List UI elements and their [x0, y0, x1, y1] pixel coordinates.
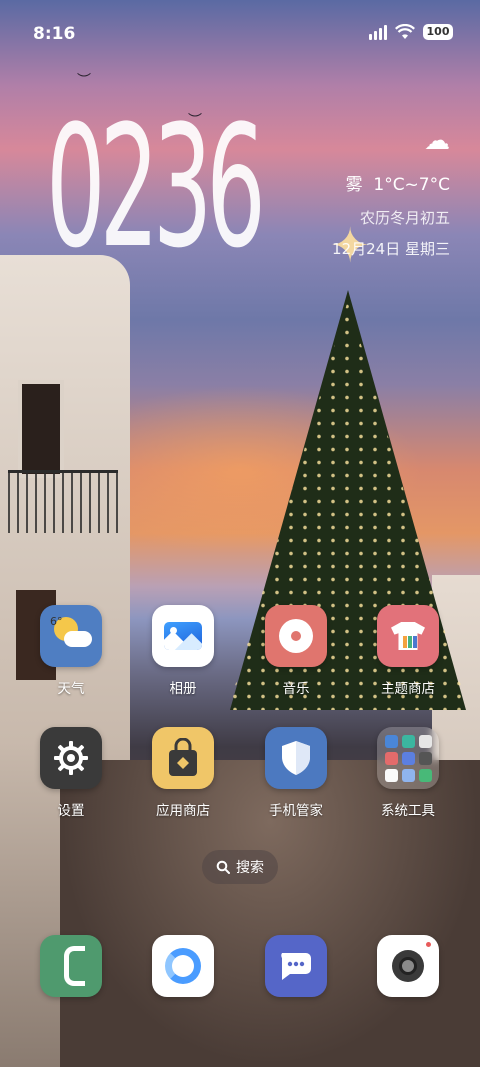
app-label: 应用商店: [156, 803, 210, 819]
app-weather[interactable]: 6° 天气: [21, 605, 121, 697]
wifi-icon: [395, 24, 415, 39]
app-theme-store[interactable]: 主题商店: [358, 605, 458, 697]
fog-cloud-icon: ☁: [424, 126, 450, 156]
app-phone-manager[interactable]: 手机管家: [246, 727, 346, 819]
search-button[interactable]: 搜索: [202, 850, 278, 884]
gallery-icon: [152, 605, 214, 667]
wallpaper-window: [18, 380, 64, 478]
weather-temp-range: 1°C~7°C: [373, 175, 450, 195]
app-store-bag-icon: [152, 727, 214, 789]
phone-icon: [40, 935, 102, 997]
search-icon: [216, 860, 230, 874]
theme-store-icon: [377, 605, 439, 667]
app-label: 音乐: [282, 681, 310, 697]
system-tools-folder-icon: [377, 727, 439, 789]
wallpaper-balcony: [8, 470, 118, 533]
app-app-store[interactable]: 应用商店: [133, 727, 233, 819]
weather-summary: 雾 1°C~7°C: [332, 170, 450, 195]
weather-widget[interactable]: ☁ 雾 1°C~7°C 农历冬月初五 12月24日 星期三: [332, 128, 450, 259]
camera-icon: [377, 935, 439, 997]
app-label: 天气: [57, 681, 85, 697]
dock-messages[interactable]: [246, 935, 346, 997]
search-label: 搜索: [236, 860, 264, 876]
app-settings[interactable]: 设置: [21, 727, 121, 819]
messages-icon: [265, 935, 327, 997]
weather-condition: 雾: [345, 175, 363, 195]
phone-manager-shield-icon: [265, 727, 327, 789]
app-label: 主题商店: [381, 681, 435, 697]
status-bar: 8:16 100: [0, 0, 480, 64]
dock-camera[interactable]: [358, 935, 458, 997]
app-label: 手机管家: [269, 803, 323, 819]
app-label: 设置: [57, 803, 85, 819]
folder-system-tools[interactable]: 系统工具: [358, 727, 458, 819]
date: 12月24日 星期三: [332, 240, 450, 258]
settings-gear-icon: [40, 727, 102, 789]
browser-icon: [152, 935, 214, 997]
dock-phone[interactable]: [21, 935, 121, 997]
lunar-date: 农历冬月初五: [359, 209, 450, 227]
music-icon: [265, 605, 327, 667]
bird-icon: ︶: [77, 73, 91, 89]
app-gallery[interactable]: 相册: [133, 605, 233, 697]
app-label: 相册: [169, 681, 197, 697]
weather-app-icon: 6°: [40, 605, 102, 667]
dock-browser[interactable]: [133, 935, 233, 997]
app-label: 系统工具: [381, 803, 435, 819]
clock-widget[interactable]: 0236: [46, 103, 266, 271]
status-icons: 100: [369, 24, 453, 40]
app-music[interactable]: 音乐: [246, 605, 346, 697]
signal-icon: [369, 24, 387, 40]
status-time: 8:16: [33, 24, 76, 44]
battery-icon: 100: [423, 24, 453, 40]
